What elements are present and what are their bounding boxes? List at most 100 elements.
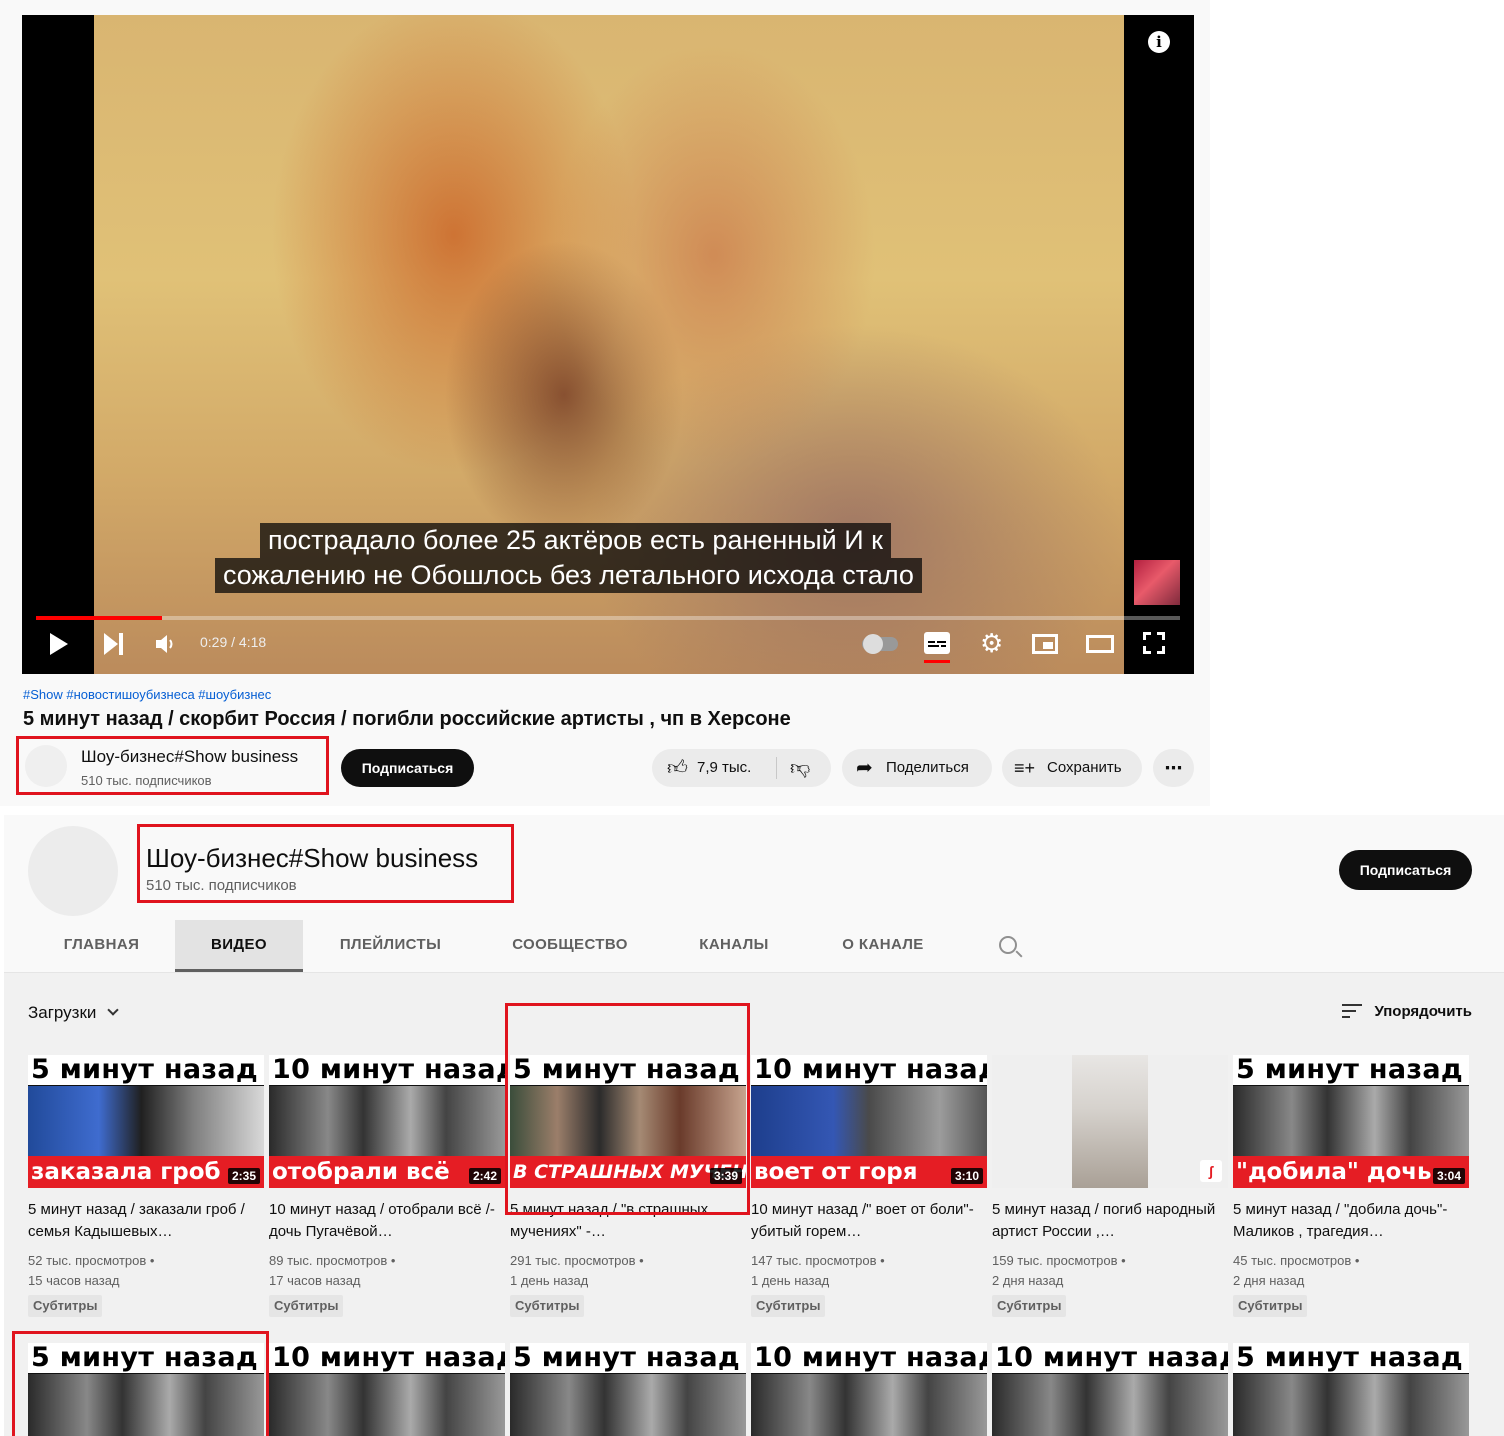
video-card-title[interactable]: 5 минут назад / погиб народный артист Ро…	[992, 1199, 1220, 1243]
video-views: 89 тыс. просмотров •	[269, 1253, 396, 1268]
video-age: 2 дня назад	[992, 1273, 1064, 1288]
videos-grid-section: Загрузки Упорядочить 5 минут назад заказ…	[4, 973, 1504, 1436]
play-icon[interactable]	[50, 633, 68, 655]
like-dislike-group: 👍︎ 7,9 тыс. 👎︎	[652, 749, 831, 787]
sort-button[interactable]: Упорядочить	[1342, 1003, 1472, 1020]
video-thumbnail[interactable]: ʃ	[992, 1055, 1228, 1188]
video-card-title[interactable]: 10 минут назад /" воет от боли"- убитый …	[751, 1199, 979, 1243]
video-thumbnail[interactable]: 10 минут назад	[269, 1343, 505, 1436]
subtitles-badge: Субтитры	[510, 1295, 585, 1317]
theater-mode-icon[interactable]	[1086, 635, 1114, 653]
video-age: 1 день назад	[751, 1273, 830, 1288]
thumbnail-photo	[1233, 1086, 1469, 1159]
video-card-title[interactable]: 5 минут назад / заказали гроб / семья Ка…	[28, 1199, 256, 1243]
video-duration: 3:10	[950, 1168, 983, 1184]
player-controls: 0:29 / 4:18 ⚙	[22, 614, 1194, 674]
video-thumbnail[interactable]: 10 минут назад	[992, 1343, 1228, 1436]
video-hashtags[interactable]: #Show #новостишоубизнеса #шоубизнес	[23, 687, 271, 702]
playlist-add-icon: ≡+	[1014, 758, 1036, 778]
miniplayer-icon[interactable]	[1032, 634, 1058, 654]
subtitles-badge: Субтитры	[751, 1295, 826, 1317]
thumbs-down-icon[interactable]: 👎︎	[790, 749, 810, 787]
thumbnail-headline: 10 минут назад	[751, 1055, 987, 1085]
uploads-dropdown[interactable]: Загрузки	[28, 1003, 119, 1023]
autoplay-toggle[interactable]	[862, 634, 898, 654]
thumbnail-photo	[28, 1086, 264, 1159]
video-card-title[interactable]: 10 минут назад / отобрали всё /- дочь Пу…	[269, 1199, 497, 1243]
search-icon[interactable]	[999, 936, 1017, 954]
channel-avatar-large[interactable]	[28, 826, 118, 916]
share-label: Поделиться	[886, 759, 969, 776]
subtitles-badge: Субтитры	[992, 1295, 1067, 1317]
channel-subscriber-count: 510 тыс. подписчиков	[81, 773, 212, 788]
tab-community[interactable]: СООБЩЕСТВО	[478, 920, 662, 972]
channel-subscriber-count: 510 тыс. подписчиков	[146, 877, 297, 894]
channel-avatar[interactable]	[25, 745, 67, 787]
thumbnail-headline: 5 минут назад	[510, 1343, 746, 1373]
video-views: 45 тыс. просмотров •	[1233, 1253, 1360, 1268]
subtitle-line-1: пострадало более 25 актёров есть раненны…	[260, 523, 891, 558]
thumbnail-photo	[269, 1374, 505, 1436]
tab-videos[interactable]: ВИДЕО	[175, 920, 303, 972]
volume-icon[interactable]	[156, 634, 178, 654]
channel-title: Шоу-бизнес#Show business	[146, 843, 479, 873]
video-age: 2 дня назад	[1233, 1273, 1305, 1288]
thumbnail-headline: 10 минут назад	[269, 1055, 505, 1085]
thumbnail-headline: 5 минут назад	[1233, 1055, 1469, 1085]
video-title: 5 минут назад / скорбит Россия / погибли…	[23, 708, 791, 730]
thumbnail-photo	[1072, 1055, 1148, 1188]
video-player[interactable]: i пострадало более 25 актёров есть ранен…	[22, 15, 1194, 674]
share-button[interactable]: ➦ Поделиться	[842, 749, 992, 787]
tab-home[interactable]: ГЛАВНАЯ	[28, 920, 175, 972]
tab-about[interactable]: О КАНАЛЕ	[806, 920, 960, 972]
subtitles-badge: Субтитры	[28, 1295, 103, 1317]
video-card-title[interactable]: 5 минут назад / "добила дочь"- Маликов ,…	[1233, 1199, 1461, 1243]
uploads-label: Загрузки	[28, 1003, 97, 1022]
shorts-icon: ʃ	[1200, 1160, 1222, 1182]
video-thumbnail[interactable]: 10 минут назад воет от горя 3:10	[751, 1055, 987, 1188]
channel-page: Шоу-бизнес#Show business 510 тыс. подпис…	[4, 815, 1504, 1436]
thumbnail-headline: 10 минут назад	[751, 1343, 987, 1373]
fullscreen-icon[interactable]	[1143, 632, 1165, 654]
time-display: 0:29 / 4:18	[200, 634, 267, 650]
thumbnail-headline: 10 минут назад	[269, 1343, 505, 1373]
video-thumbnail[interactable]: 5 минут назад	[1233, 1343, 1469, 1436]
thumbnail-headline: 5 минут назад	[1233, 1343, 1469, 1373]
channel-name-link[interactable]: Шоу-бизнес#Show business	[81, 747, 298, 767]
video-age: 17 часов назад	[269, 1273, 361, 1288]
endscreen-thumbnail[interactable]	[1134, 560, 1180, 605]
tab-channels[interactable]: КАНАЛЫ	[662, 920, 806, 972]
subtitles-icon[interactable]	[924, 632, 950, 663]
video-thumbnail[interactable]: 5 минут назад	[510, 1343, 746, 1436]
video-page: i пострадало более 25 актёров есть ранен…	[0, 0, 1210, 806]
tab-playlists[interactable]: ПЛЕЙЛИСТЫ	[303, 920, 478, 972]
channel-subscribe-button[interactable]: Подписаться	[1339, 850, 1472, 890]
sort-icon	[1342, 1004, 1363, 1018]
video-age: 15 часов назад	[28, 1273, 120, 1288]
save-button[interactable]: ≡+ Сохранить	[1002, 749, 1142, 787]
like-count[interactable]: 7,9 тыс.	[697, 749, 751, 787]
thumbnail-photo	[751, 1086, 987, 1159]
thumbnail-photo	[510, 1374, 746, 1436]
highlight-box-video	[505, 1003, 750, 1215]
thumbs-up-icon[interactable]: 👍︎	[667, 749, 688, 787]
subtitles-badge: Субтитры	[269, 1295, 344, 1317]
subscribe-button[interactable]: Подписаться	[341, 749, 474, 787]
more-actions-button[interactable]: ⋯	[1153, 749, 1194, 787]
video-views: 159 тыс. просмотров •	[992, 1253, 1126, 1268]
video-thumbnail[interactable]: 10 минут назад отобрали всё 2:42	[269, 1055, 505, 1188]
like-divider	[776, 757, 777, 779]
next-icon[interactable]	[104, 633, 124, 655]
highlight-box-video	[12, 1331, 269, 1436]
info-icon[interactable]: i	[1148, 31, 1170, 53]
video-thumbnail[interactable]: 5 минут назад "добила" дочь 3:04	[1233, 1055, 1469, 1188]
thumbnail-headline: 10 минут назад	[992, 1343, 1228, 1373]
share-arrow-icon: ➦	[856, 757, 873, 779]
sort-label: Упорядочить	[1374, 1003, 1472, 1020]
thumbnail-photo	[751, 1374, 987, 1436]
channel-header: Шоу-бизнес#Show business 510 тыс. подпис…	[4, 815, 1504, 972]
video-thumbnail[interactable]: 10 минут назад	[751, 1343, 987, 1436]
chevron-down-icon	[107, 1004, 119, 1016]
settings-gear-icon[interactable]: ⚙	[980, 630, 1003, 656]
video-thumbnail[interactable]: 5 минут назад заказала гроб 2:35	[28, 1055, 264, 1188]
